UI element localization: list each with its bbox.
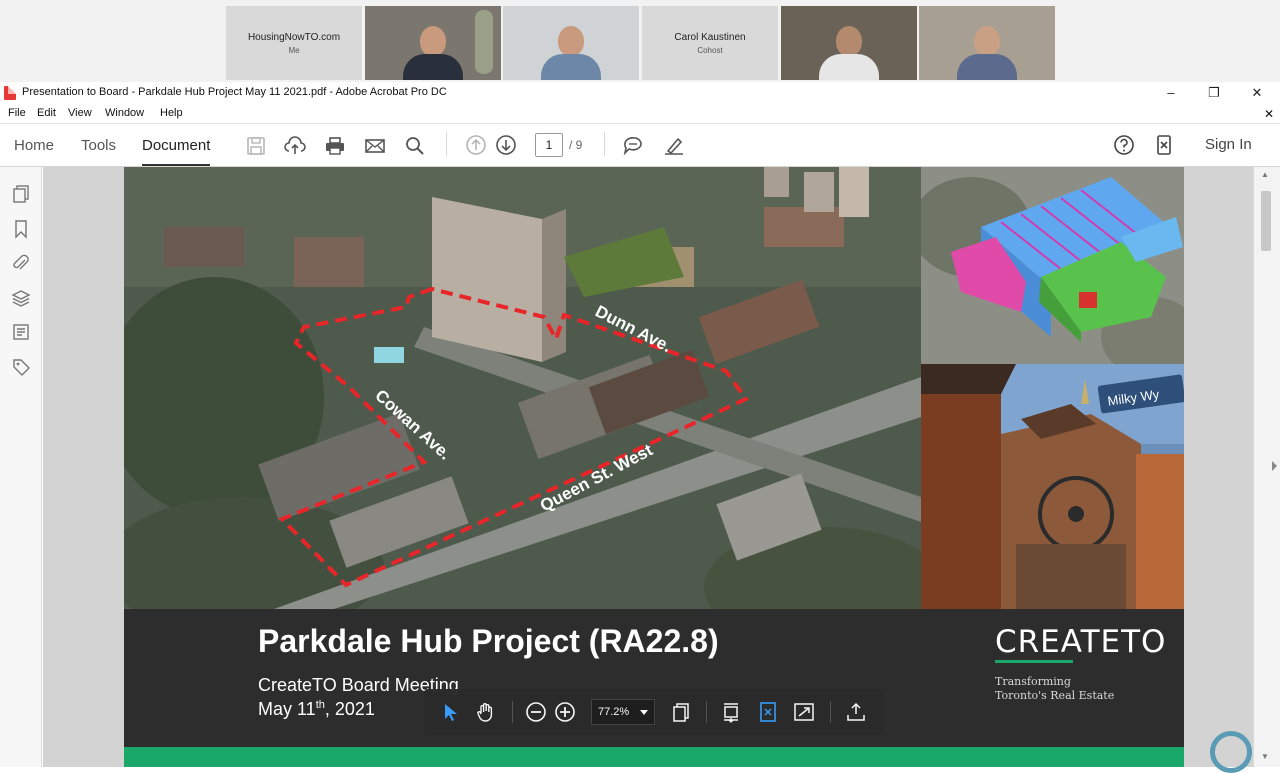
toolbar-divider [830,701,831,723]
logo-tagline-1: Transforming [995,675,1071,688]
participant-video[interactable] [919,6,1055,80]
slide-accent-band [124,747,1184,767]
select-cursor-icon[interactable] [440,701,462,723]
window-title: Presentation to Board - Parkdale Hub Pro… [22,86,447,98]
tab-document[interactable]: Document [142,137,211,166]
page-total: / 9 [569,138,583,152]
left-navigation-pane [0,167,51,767]
participant-avatar [541,26,601,80]
page-view-icon[interactable] [670,701,692,723]
close-window-button[interactable]: ✕ [1237,83,1277,103]
restore-button[interactable]: ❐ [1194,83,1234,103]
highlight-pen-icon[interactable] [663,134,685,156]
toolbar-divider [604,132,605,156]
floating-page-toolbar: 77.2% [424,689,883,735]
expand-right-pane-icon[interactable] [1272,461,1277,471]
zoom-level-select[interactable]: 77.2% [591,699,655,725]
participant-video[interactable] [503,6,639,80]
tab-tools[interactable]: Tools [81,137,116,154]
pdf-file-icon [4,86,16,100]
slide-title-block: Parkdale Hub Project (RA22.8) CreateTO B… [124,609,1184,767]
participant-tile[interactable]: HousingNowTO.com Me [226,6,362,80]
next-page-icon[interactable] [495,134,517,156]
menu-edit[interactable]: Edit [37,107,56,119]
page-thumbnails-icon[interactable] [11,184,31,204]
zoom-out-icon[interactable] [525,701,547,723]
participant-name: HousingNowTO.com [247,31,341,43]
toolbar-divider [512,701,513,723]
massing-model-image [921,167,1184,364]
content-order-icon[interactable] [11,322,31,342]
participant-video[interactable] [365,6,501,80]
menu-window[interactable]: Window [105,107,144,119]
right-scroll-pane: ▲ ▼ [1253,167,1280,767]
bookmarks-icon[interactable] [11,219,31,239]
pdf-page: Dunn Ave. Cowan Ave. Queen St. West Milk… [124,167,1184,767]
close-document-button[interactable]: ✕ [1264,107,1274,121]
participant-video[interactable] [781,6,917,80]
createto-logo: CREATETO Transforming Toronto's Real Est… [995,624,1167,702]
logo-tagline-2: Toronto's Real Estate [995,689,1115,702]
toolbar-divider [706,701,707,723]
sign-in-button[interactable]: Sign In [1205,136,1252,153]
menu-help[interactable]: Help [160,107,183,119]
zoom-in-icon[interactable] [554,701,576,723]
comment-icon[interactable] [622,134,644,156]
participant-avatar [819,26,879,80]
menu-file[interactable]: File [8,107,26,119]
window-titlebar: Presentation to Board - Parkdale Hub Pro… [0,82,1280,104]
participant-avatar [957,26,1017,80]
search-icon[interactable] [404,135,426,157]
layers-icon[interactable] [11,288,31,308]
email-icon[interactable] [364,135,386,157]
slide-date: May 11th, 2021 [258,699,375,720]
menu-bar: File Edit View Window Help ✕ [0,104,1280,123]
print-icon[interactable] [324,135,346,157]
page-number-input[interactable]: 1 [535,133,563,157]
save-icon[interactable] [245,135,267,157]
date-day: May 11 [258,699,316,719]
previous-page-icon[interactable] [465,134,487,156]
aerial-site-photo: Dunn Ave. Cowan Ave. Queen St. West [124,167,921,609]
mural-street-photo: Milky Wy [921,364,1184,609]
logo-underline [995,660,1073,663]
tags-icon[interactable] [11,357,31,377]
scroll-up-icon[interactable]: ▲ [1261,170,1269,179]
participant-role: Cohost [697,45,723,55]
fit-width-icon[interactable] [720,701,742,723]
tab-home[interactable]: Home [14,137,54,154]
toolbar-divider [446,132,447,156]
export-tray-icon[interactable] [845,701,867,723]
full-screen-icon[interactable] [793,701,815,723]
plant-decor [475,10,493,74]
mobile-link-icon[interactable] [1153,134,1175,156]
logo-wordmark: CREATETO [995,624,1167,660]
participant-role: Me [288,45,300,55]
participant-tile[interactable]: Carol Kaustinen Cohost [642,6,778,80]
attachments-icon[interactable] [11,253,31,273]
hand-tool-icon[interactable] [475,701,497,723]
zoom-level-value: 77.2% [598,706,630,718]
minimize-button[interactable]: – [1151,83,1191,103]
chevron-down-icon [640,710,648,715]
date-suffix: th [315,699,325,711]
menu-view[interactable]: View [68,107,92,119]
cloud-upload-icon[interactable] [284,135,306,157]
participant-avatar [403,26,463,80]
help-icon[interactable] [1113,134,1135,156]
participant-name: Carol Kaustinen [674,31,746,43]
video-strip: HousingNowTO.com Me Carol Kaustinen Coho… [0,0,1280,82]
slide-title: Parkdale Hub Project (RA22.8) [258,623,719,659]
scroll-down-icon[interactable]: ▼ [1261,752,1269,761]
date-year: , 2021 [324,699,375,719]
vertical-scrollbar-thumb[interactable] [1261,191,1271,251]
fit-page-icon[interactable] [757,701,779,723]
